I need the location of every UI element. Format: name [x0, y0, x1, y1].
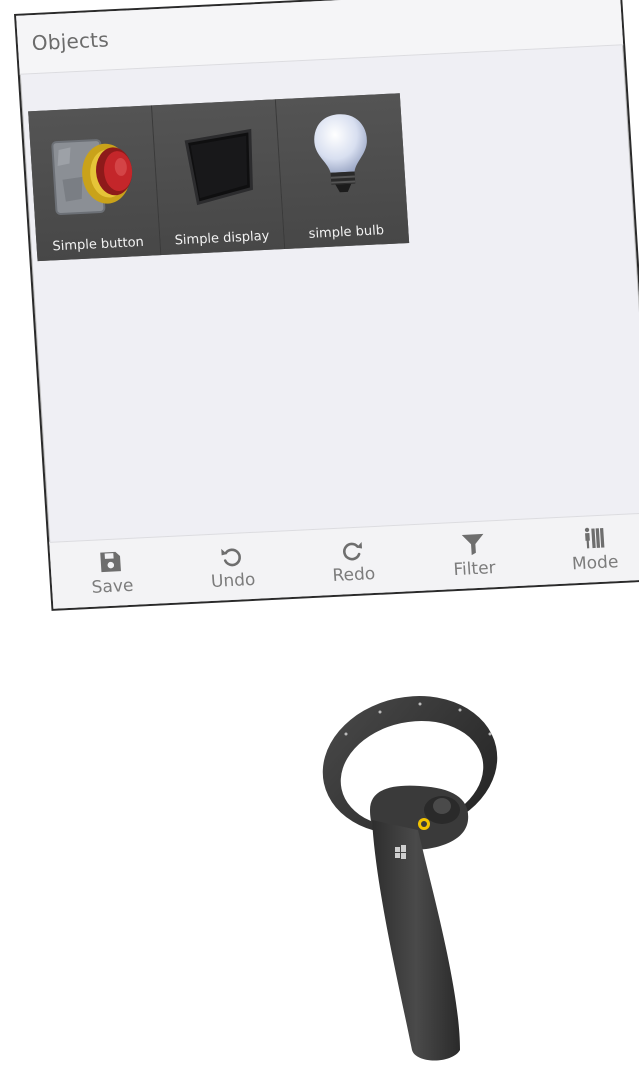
redo-button[interactable]: Redo	[302, 535, 405, 588]
object-label: Simple display	[174, 228, 270, 249]
object-label: Simple button	[52, 234, 145, 255]
filter-icon	[461, 533, 484, 556]
save-button[interactable]: Save	[60, 546, 163, 599]
redo-label: Redo	[331, 563, 376, 587]
objects-panel-wrapper: Objects Simple button Simple display sim…	[14, 0, 639, 611]
object-card-simple-bulb[interactable]: simple bulb	[275, 93, 410, 250]
motion-controller-icon	[322, 696, 498, 1061]
panel-title: Objects	[31, 27, 110, 56]
object-label: simple bulb	[308, 223, 385, 242]
panel-header: Objects	[16, 0, 624, 75]
save-icon	[100, 551, 122, 573]
save-label: Save	[91, 575, 135, 598]
light-bulb-icon	[314, 114, 367, 193]
undo-icon	[221, 548, 242, 567]
objects-panel: Objects Simple button Simple display sim…	[14, 0, 639, 611]
bottom-toolbar: Save Undo Redo Filter Mode	[49, 512, 639, 609]
undo-button[interactable]: Undo	[181, 541, 284, 594]
object-card-simple-display[interactable]: Simple display	[152, 99, 286, 256]
filter-button[interactable]: Filter	[422, 529, 525, 582]
filter-label: Filter	[452, 558, 497, 581]
red-push-button-icon	[51, 139, 133, 215]
mode-label: Mode	[571, 552, 619, 575]
redo-icon	[343, 542, 362, 561]
mode-icon	[584, 527, 604, 549]
mode-button[interactable]: Mode	[543, 523, 639, 576]
display-screen-icon	[184, 128, 253, 206]
object-card-simple-button[interactable]: Simple button	[28, 105, 162, 262]
undo-label: Undo	[210, 569, 257, 592]
object-grid: Simple button Simple display simple bulb	[28, 93, 410, 262]
